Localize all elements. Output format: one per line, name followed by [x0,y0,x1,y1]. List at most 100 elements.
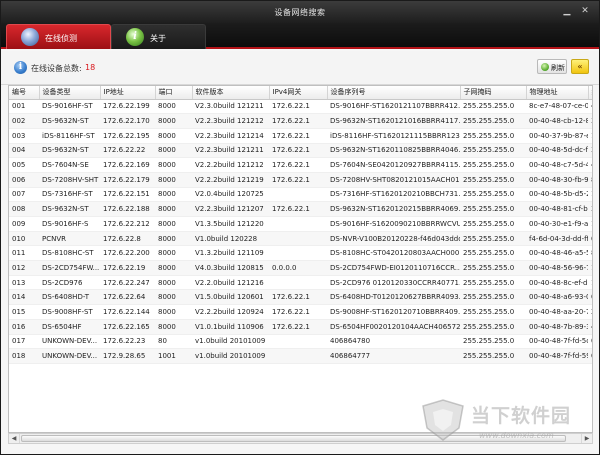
table-cell: DS-9016HF-ST [39,99,100,115]
info-icon: i [14,61,27,74]
table-cell: V2.2.3build 121212 [192,113,269,129]
table-cell: 255.255.255.0 [460,319,526,335]
device-count-value: 18 [85,63,96,72]
table-row[interactable]: 011 DS-8108HC-ST 172.6.22.200 8000 V1.3.2bui… [9,245,592,262]
table-cell [269,231,327,247]
table-cell: 0 [588,348,592,364]
table-cell [269,245,327,262]
table-row[interactable]: 005 DS-7604N-SE 172.6.22.169 8000 V2.2.2buil… [9,157,592,173]
table-cell: 4 [588,319,592,335]
table-row[interactable]: 015 DS-9008HF-ST 172.6.22.144 8000 V2.2.2bui… [9,304,592,320]
globe-search-icon [21,28,39,46]
table-row[interactable]: 013 DS-2CD976 172.6.22.247 8000 V2.2.0build … [9,275,592,291]
table-cell: 24 [588,304,592,320]
table-cell: DS-6408HD-T [39,289,100,306]
table-cell: V4.0.3build 120815 [192,260,269,276]
device-table-container[interactable]: 编号 设备类型 IP地址 端口 软件版本 IPv4网关 设备序列号 子网掩码 物… [8,85,593,433]
minimize-button[interactable]: ▁ [561,6,573,17]
table-cell: 172.6.22.200 [100,245,155,262]
table-cell: 8000 [155,245,192,262]
table-row[interactable]: 014 DS-6408HD-T 172.6.22.64 8000 V1.5.0build… [9,289,592,306]
table-cell: 32 [588,143,592,159]
table-row[interactable]: 018 UNKOWN-DEV... 172.9.28.65 1001 v1.0build… [9,348,592,364]
tab-bar: 在线侦测 i 关于 [1,23,599,49]
scroll-right-icon[interactable]: ▶ [581,434,592,443]
table-cell: 005 [9,157,39,173]
tab-about[interactable]: i 关于 [111,24,206,49]
table-cell: 8000 [155,143,192,159]
table-cell: 8000 [155,319,192,335]
refresh-button[interactable]: 刷新 [537,59,567,74]
table-row[interactable]: 010 PCNVR 172.6.22.8 8000 V1.0build 120228 DS… [9,231,592,247]
table-cell: 1001 [155,348,192,364]
column-header[interactable]: 编号 [9,86,40,100]
collapse-button[interactable]: « [571,59,589,74]
refresh-label: 刷新 [551,64,565,72]
table-cell: DS-9632N-ST1620120215BBRR4069... [327,201,460,217]
table-cell: DS-7208HV-SHT [39,172,100,188]
table-cell: v1.0build 20101009 [192,348,269,364]
table-body: 001 DS-9016HF-ST 172.6.22.199 8000 V2.3.0bui… [9,99,592,364]
table-cell: 1 [588,275,592,291]
table-cell: V2.2.2build 120924 [192,304,269,320]
column-header[interactable]: 物理地址 [526,86,589,100]
column-header[interactable]: IPv4网关 [269,86,328,100]
table-cell: DS-2CD754FWD-EI0120110716CCR... [327,260,460,276]
table-cell: DS-2CD976 0120120330CCRR40771... [327,275,460,291]
table-cell: 013 [9,275,39,291]
title-bar[interactable]: 设备网络搜索 ▁ ✕ [1,1,599,23]
table-cell: 00-40-48-5d-dc-fa [526,143,588,159]
table-row[interactable]: 004 DS-9632N-ST 172.6.22.22 8000 V2.2.3build… [9,143,592,159]
table-cell: 006 [9,172,39,188]
table-cell: 172.6.22.1 [269,99,327,115]
table-cell: DS-2CD754FW... [39,260,100,276]
close-button[interactable]: ✕ [579,6,591,17]
column-header[interactable]: IP地址 [100,86,156,100]
table-cell: 172.6.22.179 [100,172,155,188]
table-cell: DS-9008HF-ST [39,304,100,320]
column-header[interactable]: 端口 [155,86,193,100]
table-cell: 00-40-48-46-a5-5b [526,245,588,262]
table-cell: 255.255.255.0 [460,348,526,364]
table-row[interactable]: 003 iDS-8116HF-ST 172.6.22.195 8000 V2.2.3bu… [9,128,592,144]
column-header[interactable]: 设备类型 [39,86,101,100]
table-cell [269,216,327,232]
table-cell: DS-9632N-ST [39,113,100,129]
table-cell: DS-6504HF0020120104AACH406572... [327,319,460,335]
table-row[interactable]: 007 DS-7316HF-ST 172.6.22.151 8000 V2.0.4bui… [9,187,592,203]
table-cell: 00-40-48-8c-ef-d7 [526,275,588,291]
table-row[interactable]: 016 DS-6504HF 172.6.22.165 8000 V1.0.1build … [9,319,592,335]
table-cell: DS-7604N-SE0420120927BBRR4115... [327,157,460,173]
column-header[interactable]: 设备序列号 [327,86,461,100]
table-row[interactable]: 017 UNKOWN-DEV... 172.6.22.23 80 v1.0build 2… [9,334,592,350]
table-cell: 8000 [155,113,192,129]
table-row[interactable]: 009 DS-9016HF-S 172.6.22.212 8000 V1.3.5buil… [9,216,592,232]
table-row[interactable]: 012 DS-2CD754FW... 172.6.22.19 8000 V4.0.3bu… [9,260,592,276]
table-cell: 48 [588,99,592,115]
tab-online-detect[interactable]: 在线侦测 [6,24,111,49]
table-cell: 172.6.22.212 [100,216,155,232]
table-cell: 0 [588,231,592,247]
table-row[interactable]: 002 DS-9632N-ST 172.6.22.170 8000 V2.2.3buil… [9,113,592,129]
column-header[interactable]: 软件版本 [192,86,270,100]
table-cell: 172.6.22.64 [100,289,155,306]
table-cell: 00-40-48-a6-93-0f [526,289,588,306]
table-row[interactable]: 006 DS-7208HV-SHT 172.6.22.179 8000 V2.2.2bu… [9,172,592,188]
column-header[interactable]: 子网掩码 [460,86,527,100]
column-header[interactable]: 编 [588,86,592,100]
table-cell: 014 [9,289,39,306]
table-cell: 172.6.22.1 [269,304,327,320]
table-cell: 255.255.255.0 [460,289,526,306]
table-cell: 255.255.255.0 [460,260,526,276]
device-table: 编号 设备类型 IP地址 端口 软件版本 IPv4网关 设备序列号 子网掩码 物… [9,86,592,364]
table-cell: V2.3.0build 121211 [192,99,269,115]
table-cell: 255.255.255.0 [460,245,526,262]
table-cell: UNKOWN-DEV... [39,348,100,364]
table-cell: 8000 [155,216,192,232]
table-cell: 406864777 [327,348,460,364]
scroll-left-icon[interactable]: ◀ [9,434,20,443]
table-cell [269,187,327,203]
table-row[interactable]: 008 DS-9632N-ST 172.6.22.188 8000 V2.2.3buil… [9,201,592,217]
table-cell: V1.5.0build 120601 [192,289,269,306]
table-row[interactable]: 001 DS-9016HF-ST 172.6.22.199 8000 V2.3.0bui… [9,99,592,115]
